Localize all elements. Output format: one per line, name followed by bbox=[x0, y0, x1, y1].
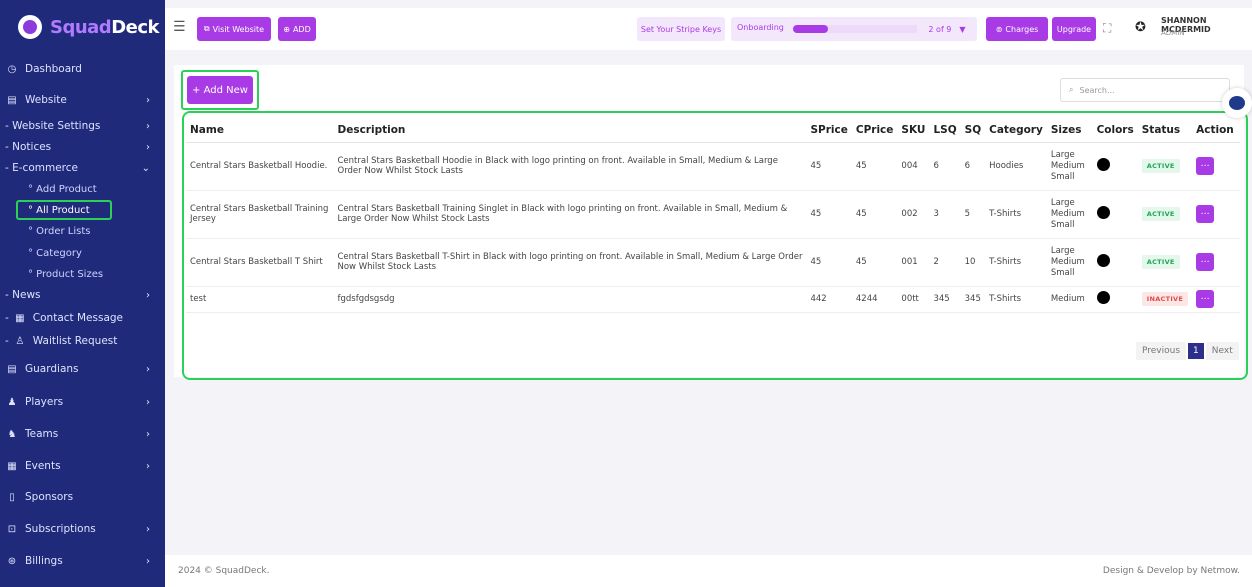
sidebar-item-website-settings[interactable]: - Website Settings › bbox=[0, 119, 165, 133]
chevron-right-icon: › bbox=[146, 94, 150, 106]
user-icon: ♙ bbox=[15, 335, 25, 347]
dashboard-icon: ◷ bbox=[7, 63, 17, 75]
chevron-right-icon: › bbox=[146, 120, 150, 132]
table-highlight bbox=[182, 111, 1248, 380]
sidebar: SquadDeck ◷ Dashboard ▤ Website › - Website… bbox=[0, 0, 165, 587]
sidebar-item-guardians[interactable]: ▤ Guardians › bbox=[0, 362, 165, 376]
sidebar-item-billings[interactable]: ⊛ Billings › bbox=[0, 554, 165, 568]
sidebar-item-sponsors[interactable]: ▯ Sponsors bbox=[0, 490, 165, 504]
fullscreen-icon[interactable]: ⛶ bbox=[1103, 21, 1111, 36]
upgrade-button[interactable]: Upgrade bbox=[1052, 17, 1096, 41]
chevron-right-icon: › bbox=[146, 428, 150, 440]
stripe-keys-button[interactable]: Set Your Stripe Keys bbox=[637, 17, 725, 41]
search-input[interactable]: ⌕ Search... bbox=[1060, 78, 1230, 102]
onboarding-progress[interactable]: Onboarding bbox=[731, 17, 945, 41]
sidebar-item-events[interactable]: ▦ Events › bbox=[0, 459, 165, 473]
visit-website-button[interactable]: ⧉ Visit Website bbox=[197, 17, 271, 41]
billing-icon: ⊛ bbox=[7, 555, 17, 567]
message-icon: ▦ bbox=[15, 312, 25, 324]
chevron-right-icon: › bbox=[146, 141, 150, 153]
website-icon: ▤ bbox=[7, 94, 17, 106]
sidebar-item-category[interactable]: ° Category bbox=[0, 246, 165, 260]
footer: 2024 © SquadDeck. Design & Develop by Ne… bbox=[165, 555, 1252, 587]
sidebar-item-add-product[interactable]: ° Add Product bbox=[0, 182, 165, 196]
charges-button[interactable]: ⊚ Charges bbox=[986, 17, 1048, 41]
player-icon: ♟ bbox=[7, 396, 17, 408]
sidebar-item-notices[interactable]: - Notices › bbox=[0, 140, 165, 154]
add-circle-icon: ⊕ bbox=[283, 24, 290, 34]
logo[interactable]: SquadDeck bbox=[0, 0, 165, 54]
sidebar-item-subscriptions[interactable]: ⊡ Subscriptions › bbox=[0, 522, 165, 536]
sidebar-item-news[interactable]: - News › bbox=[0, 288, 165, 302]
credits: Design & Develop by Netmow. bbox=[1102, 566, 1240, 576]
menu-toggle-icon[interactable]: ☰ bbox=[173, 19, 186, 35]
selected-item-highlight bbox=[16, 200, 112, 220]
sidebar-item-ecommerce[interactable]: - E-commerce ⌄ bbox=[0, 161, 165, 175]
progress-fill bbox=[793, 25, 828, 33]
search-icon: ⌕ bbox=[1069, 85, 1074, 94]
chat-widget-icon[interactable] bbox=[1222, 88, 1252, 118]
caret-down-icon: ▼ bbox=[959, 24, 966, 34]
sidebar-item-waitlist-request[interactable]: - ♙ Waitlist Request bbox=[0, 334, 165, 348]
subscription-icon: ⊡ bbox=[7, 523, 17, 535]
squaddeck-logo-icon bbox=[18, 15, 42, 39]
user-avatar-icon[interactable]: ✪ bbox=[1135, 20, 1157, 36]
copyright: 2024 © SquadDeck. bbox=[178, 566, 270, 576]
sidebar-item-contact-message[interactable]: - ▦ Contact Message bbox=[0, 311, 165, 325]
charges-icon: ⊚ bbox=[995, 24, 1003, 34]
sidebar-item-teams[interactable]: ♞ Teams › bbox=[0, 427, 165, 441]
sidebar-item-product-sizes[interactable]: ° Product Sizes bbox=[0, 267, 165, 281]
chevron-down-icon: ⌄ bbox=[141, 162, 150, 174]
chevron-right-icon: › bbox=[146, 523, 150, 535]
chevron-right-icon: › bbox=[146, 363, 150, 375]
sidebar-item-players[interactable]: ♟ Players › bbox=[0, 395, 165, 409]
add-button[interactable]: ⊕ ADD bbox=[278, 17, 316, 41]
sponsor-icon: ▯ bbox=[9, 491, 15, 503]
add-new-button[interactable]: + Add New bbox=[187, 76, 253, 104]
steps-dropdown[interactable]: 2 of 9 ▼ bbox=[917, 17, 977, 41]
chevron-right-icon: › bbox=[146, 396, 150, 408]
topbar: ☰ ⧉ Visit Website ⊕ ADD Set Your Stripe Ke… bbox=[165, 8, 1252, 50]
external-link-icon: ⧉ bbox=[203, 24, 210, 33]
chevron-right-icon: › bbox=[146, 289, 150, 301]
user-role: ADMIN bbox=[1161, 29, 1185, 37]
chevron-right-icon: › bbox=[146, 460, 150, 472]
sidebar-item-website[interactable]: ▤ Website › bbox=[0, 93, 165, 107]
progress-track bbox=[793, 25, 933, 33]
guardians-icon: ▤ bbox=[7, 363, 17, 375]
calendar-icon: ▦ bbox=[7, 460, 17, 472]
chevron-right-icon: › bbox=[146, 555, 150, 567]
teams-icon: ♞ bbox=[7, 428, 17, 440]
sidebar-item-order-lists[interactable]: ° Order Lists bbox=[0, 224, 165, 238]
brand-name: SquadDeck bbox=[50, 16, 159, 38]
sidebar-item-dashboard[interactable]: ◷ Dashboard bbox=[0, 62, 165, 76]
